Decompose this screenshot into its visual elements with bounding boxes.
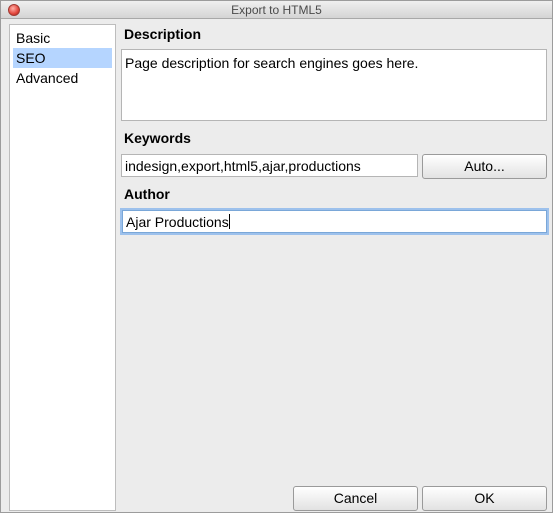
window-title: Export to HTML5 [231, 3, 322, 17]
sidebar-item-seo[interactable]: SEO [13, 48, 112, 68]
description-label: Description [124, 26, 202, 42]
sidebar-item-basic[interactable]: Basic [13, 28, 112, 48]
export-dialog: Export to HTML5 Basic SEO Advanced Descr… [0, 0, 553, 513]
author-label: Author [124, 186, 170, 202]
cancel-button[interactable]: Cancel [293, 486, 418, 511]
text-caret [228, 214, 230, 229]
auto-button[interactable]: Auto... [422, 154, 547, 179]
keywords-label: Keywords [124, 130, 191, 146]
ok-button[interactable]: OK [422, 486, 547, 511]
author-value: Ajar Productions [126, 214, 229, 230]
sidebar-item-advanced[interactable]: Advanced [13, 68, 112, 88]
sidebar: Basic SEO Advanced [9, 24, 116, 511]
author-input[interactable]: Ajar Productions [122, 210, 547, 233]
title-bar: Export to HTML5 [1, 1, 552, 19]
keywords-input[interactable]: indesign,export,html5,ajar,productions [121, 154, 418, 177]
description-textarea[interactable]: Page description for search engines goes… [121, 49, 547, 121]
